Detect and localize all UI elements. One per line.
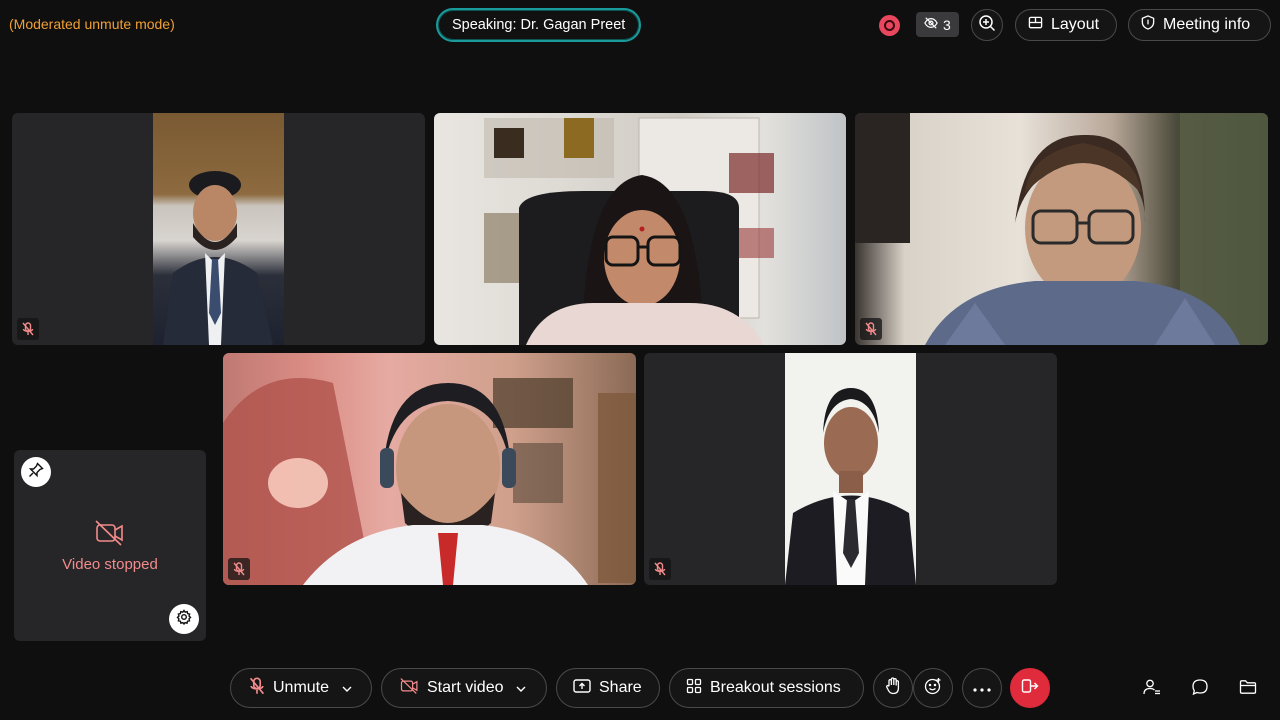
raise-hand-button[interactable] bbox=[873, 668, 913, 708]
layout-icon bbox=[1028, 15, 1043, 35]
share-screen-icon bbox=[573, 678, 591, 699]
hand-icon bbox=[885, 676, 901, 700]
participant-video bbox=[223, 353, 636, 585]
share-label: Share bbox=[599, 679, 642, 696]
start-video-label: Start video bbox=[427, 679, 504, 696]
breakout-label: Breakout sessions bbox=[710, 679, 841, 696]
recording-icon[interactable] bbox=[879, 15, 900, 36]
gear-icon bbox=[176, 608, 192, 630]
hidden-participants-button[interactable]: 3 bbox=[916, 12, 959, 37]
pin-button[interactable] bbox=[21, 457, 51, 487]
hidden-participants-count: 3 bbox=[943, 16, 951, 33]
participant-video-tile[interactable] bbox=[434, 113, 846, 345]
mic-muted-icon bbox=[649, 558, 671, 580]
unmute-label: Unmute bbox=[273, 679, 330, 696]
participant-video bbox=[153, 113, 284, 345]
participant-video bbox=[434, 113, 846, 345]
chevron-down-icon[interactable] bbox=[516, 679, 526, 697]
start-video-button[interactable]: Start video bbox=[381, 668, 547, 708]
zoom-in-button[interactable] bbox=[971, 9, 1003, 41]
chat-button[interactable] bbox=[1189, 678, 1211, 700]
meeting-info-button[interactable]: Meeting info bbox=[1128, 9, 1271, 41]
reactions-button[interactable] bbox=[913, 668, 953, 708]
meeting-info-label: Meeting info bbox=[1163, 16, 1251, 33]
layout-label: Layout bbox=[1051, 16, 1100, 33]
layout-button[interactable]: Layout bbox=[1015, 9, 1117, 41]
participants-icon bbox=[1143, 678, 1161, 701]
self-view-tile[interactable]: Video stopped bbox=[14, 450, 206, 641]
share-button[interactable]: Share bbox=[556, 668, 660, 708]
folder-icon bbox=[1239, 679, 1257, 700]
emoji-add-icon bbox=[924, 677, 942, 700]
shield-icon bbox=[1141, 15, 1155, 35]
video-off-icon bbox=[400, 677, 419, 699]
video-stopped-label: Video stopped bbox=[62, 556, 158, 573]
active-speaker-badge: Speaking: Dr. Gagan Preet bbox=[436, 8, 642, 42]
breakout-sessions-button[interactable]: Breakout sessions bbox=[669, 668, 864, 708]
files-button[interactable] bbox=[1237, 678, 1259, 700]
breakout-icon bbox=[686, 678, 702, 699]
video-off-icon bbox=[95, 520, 125, 551]
mic-muted-icon bbox=[860, 318, 882, 340]
mic-muted-icon bbox=[17, 318, 39, 340]
participant-video-tile[interactable] bbox=[644, 353, 1057, 585]
eye-off-icon bbox=[924, 16, 938, 33]
chat-icon bbox=[1191, 678, 1209, 701]
participant-video bbox=[855, 113, 1268, 345]
more-options-button[interactable] bbox=[962, 668, 1002, 708]
participant-video-tile[interactable] bbox=[223, 353, 636, 585]
unmute-mode-indicator: (Moderated unmute mode) bbox=[9, 16, 175, 32]
mic-muted-icon bbox=[249, 676, 265, 700]
unmute-button[interactable]: Unmute bbox=[230, 668, 372, 708]
chevron-down-icon[interactable] bbox=[342, 679, 352, 697]
self-view-settings-button[interactable] bbox=[169, 604, 199, 634]
pin-icon bbox=[28, 461, 44, 483]
participant-video-tile[interactable] bbox=[12, 113, 425, 345]
participant-video-tile[interactable] bbox=[855, 113, 1268, 345]
more-horizontal-icon bbox=[973, 679, 991, 697]
participant-video bbox=[785, 353, 916, 585]
zoom-in-icon bbox=[978, 14, 996, 37]
mic-muted-icon bbox=[228, 558, 250, 580]
participants-button[interactable] bbox=[1141, 678, 1163, 700]
leave-meeting-button[interactable] bbox=[1010, 668, 1050, 708]
leave-icon bbox=[1021, 677, 1039, 700]
active-speaker-label: Speaking: Dr. Gagan Preet bbox=[452, 17, 626, 33]
